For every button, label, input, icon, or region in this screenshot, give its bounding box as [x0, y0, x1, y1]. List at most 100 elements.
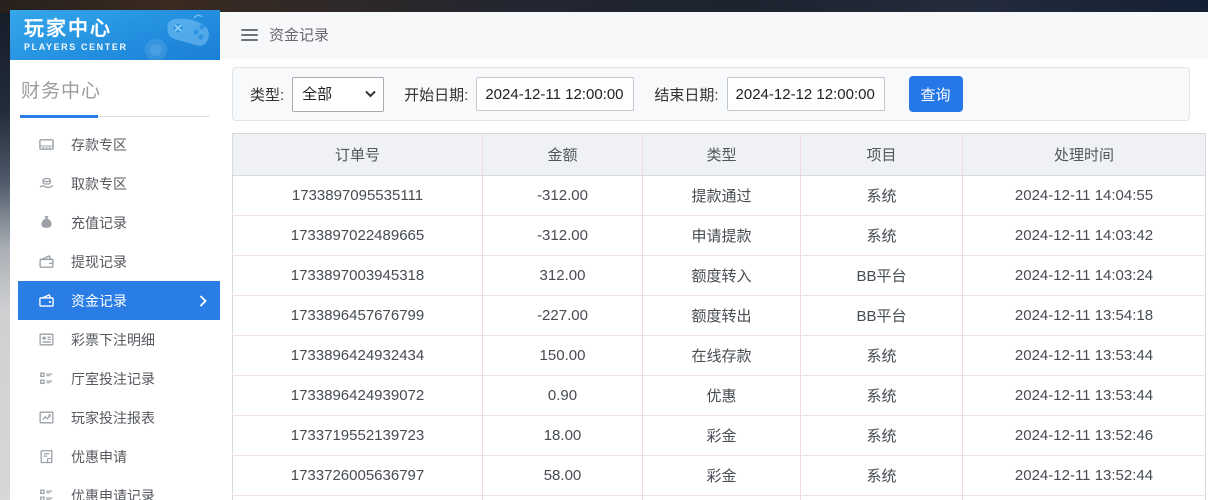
cell-project: 系统	[801, 216, 963, 256]
header-type: 类型	[643, 134, 801, 176]
sidebar-item-hall-bet-records[interactable]: 厅室投注记录	[10, 359, 220, 398]
cell-project: 系统	[801, 456, 963, 496]
cell-amount: 0.90	[483, 376, 643, 416]
sidebar-item-withdrawal-records[interactable]: 提现记录	[10, 242, 220, 281]
cell-project: 系统	[801, 176, 963, 216]
filter-panel: 类型: 全部 开始日期: 结束日期: 查询	[232, 67, 1190, 121]
table-row: 1733896424932434 150.00 在线存款 系统 2024-12-…	[233, 336, 1206, 376]
sidebar-item-label: 优惠申请	[71, 447, 127, 467]
cell-amount: -227.00	[483, 296, 643, 336]
table-row: 1733897003945318 312.00 额度转入 BB平台 2024-1…	[233, 256, 1206, 296]
table-row: 1733896424939072 0.90 优惠 系统 2024-12-11 1…	[233, 376, 1206, 416]
sidebar-item-recharge-records[interactable]: 充值记录	[10, 203, 220, 242]
header-order-no: 订单号	[233, 134, 483, 176]
start-date-label: 开始日期:	[404, 84, 468, 105]
sidebar-item-label: 优惠申请记录	[71, 486, 155, 500]
moneybag-icon	[38, 214, 55, 231]
cell-amount: 18.00	[483, 416, 643, 456]
content-area: 类型: 全部 开始日期: 结束日期: 查询 订单号 金额 类型	[220, 58, 1208, 500]
table-row: 1733896457676799 -227.00 额度转出 BB平台 2024-…	[233, 296, 1206, 336]
cell-order: 1733896457676799	[233, 296, 483, 336]
checklist-icon	[38, 370, 55, 387]
table-row	[233, 496, 1206, 500]
gamepad-icon	[138, 12, 216, 60]
sidebar-item-fund-records[interactable]: 资金记录	[18, 281, 220, 320]
wallet-icon	[38, 253, 55, 270]
cell-order: 1733897095535111	[233, 176, 483, 216]
header-amount: 金额	[483, 134, 643, 176]
cell-project	[801, 496, 963, 500]
cell-order: 1733897003945318	[233, 256, 483, 296]
cell-order: 1733726005636797	[233, 456, 483, 496]
cell-project: 系统	[801, 336, 963, 376]
cell-amount	[483, 496, 643, 500]
page-title: 资金记录	[269, 24, 329, 45]
hamburger-menu-icon[interactable]	[241, 26, 258, 44]
cell-amount: 150.00	[483, 336, 643, 376]
cell-order: 1733719552139723	[233, 416, 483, 456]
sidebar-item-label: 彩票下注明细	[71, 330, 155, 350]
sidebar: 玩家中心 PLAYERS CENTER 财务中心 存款专区	[10, 10, 220, 500]
end-date-label: 结束日期:	[654, 84, 718, 105]
sidebar-item-promo-apply-records[interactable]: 优惠申请记录	[10, 476, 220, 500]
table-row: 1733726005636797 58.00 彩金 系统 2024-12-11 …	[233, 456, 1206, 496]
document-icon	[38, 448, 55, 465]
end-date-input[interactable]	[727, 77, 885, 111]
header-project: 项目	[801, 134, 963, 176]
cell-type	[643, 496, 801, 500]
cell-type: 申请提款	[643, 216, 801, 256]
sidebar-item-label: 存款专区	[71, 135, 127, 155]
fund-records-table: 订单号 金额 类型 项目 处理时间 1733897095535111 -312.…	[232, 133, 1206, 500]
cell-project: 系统	[801, 416, 963, 456]
brand-header: 玩家中心 PLAYERS CENTER	[10, 10, 220, 60]
sidebar-item-label: 资金记录	[71, 291, 127, 311]
cell-order: 1733896424932434	[233, 336, 483, 376]
cell-project: BB平台	[801, 296, 963, 336]
sidebar-item-promo-apply[interactable]: 优惠申请	[10, 437, 220, 476]
cell-project: BB平台	[801, 256, 963, 296]
cell-project: 系统	[801, 376, 963, 416]
cell-time	[963, 496, 1206, 500]
cell-time: 2024-12-11 14:04:55	[963, 176, 1206, 216]
topbar: 资金记录	[220, 12, 1208, 58]
header-process-time: 处理时间	[963, 134, 1206, 176]
query-button[interactable]: 查询	[909, 76, 963, 112]
type-label: 类型:	[250, 84, 284, 105]
cell-type: 优惠	[643, 376, 801, 416]
deposit-card-icon	[38, 136, 55, 153]
sidebar-item-player-bet-report[interactable]: 玩家投注报表	[10, 398, 220, 437]
table-header-row: 订单号 金额 类型 项目 处理时间	[233, 134, 1206, 176]
sidebar-item-withdraw-zone[interactable]: 取款专区	[10, 164, 220, 203]
sidebar-item-label: 取款专区	[71, 174, 127, 194]
type-select[interactable]: 全部	[292, 77, 384, 112]
sidebar-item-lottery-bet-details[interactable]: 彩票下注明细	[10, 320, 220, 359]
cell-amount: -312.00	[483, 216, 643, 256]
withdraw-hand-icon	[38, 175, 55, 192]
section-divider	[20, 116, 210, 117]
sidebar-section-title: 财务中心	[10, 60, 220, 103]
sidebar-item-label: 玩家投注报表	[71, 408, 155, 428]
funds-icon	[38, 292, 55, 309]
cell-type: 在线存款	[643, 336, 801, 376]
cell-time: 2024-12-11 13:52:46	[963, 416, 1206, 456]
sidebar-item-label: 提现记录	[71, 252, 127, 272]
sidebar-item-deposit-zone[interactable]: 存款专区	[10, 125, 220, 164]
cell-amount: 312.00	[483, 256, 643, 296]
cell-time: 2024-12-11 13:52:44	[963, 456, 1206, 496]
cell-type: 额度转入	[643, 256, 801, 296]
table-row: 1733719552139723 18.00 彩金 系统 2024-12-11 …	[233, 416, 1206, 456]
chevron-right-icon	[199, 295, 207, 307]
cell-time: 2024-12-11 13:53:44	[963, 376, 1206, 416]
cell-type: 额度转出	[643, 296, 801, 336]
chart-icon	[38, 409, 55, 426]
sidebar-item-label: 充值记录	[71, 213, 127, 233]
start-date-input[interactable]	[476, 77, 634, 111]
cell-type: 彩金	[643, 456, 801, 496]
cell-time: 2024-12-11 13:53:44	[963, 336, 1206, 376]
table-row: 1733897022489665 -312.00 申请提款 系统 2024-12…	[233, 216, 1206, 256]
list-icon	[38, 331, 55, 348]
cell-time: 2024-12-11 14:03:24	[963, 256, 1206, 296]
cell-order	[233, 496, 483, 500]
cell-amount: 58.00	[483, 456, 643, 496]
cell-time: 2024-12-11 13:54:18	[963, 296, 1206, 336]
